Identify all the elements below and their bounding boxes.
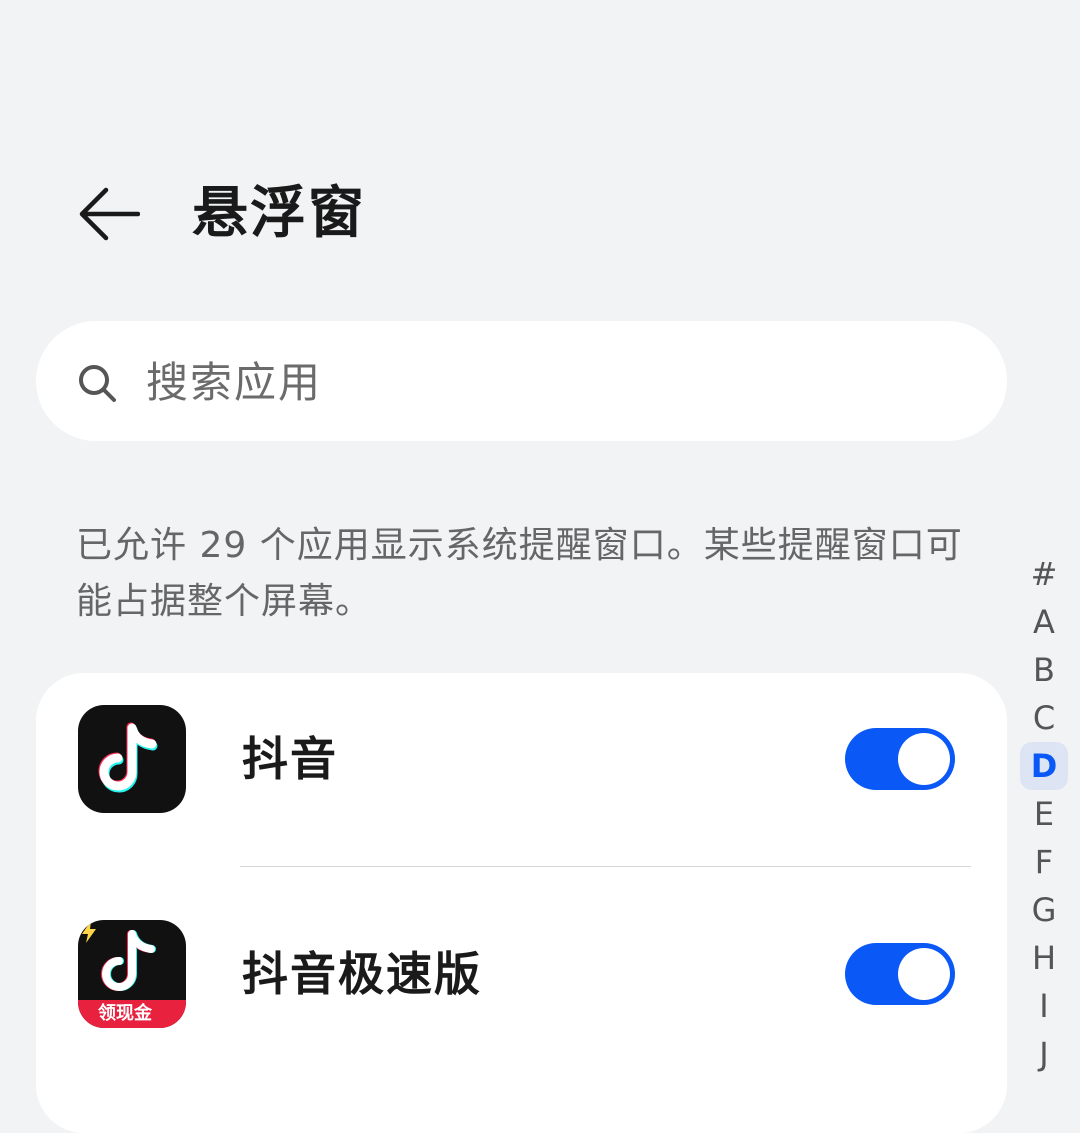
index-letter-b[interactable]: B — [1020, 646, 1068, 694]
lightning-icon — [82, 921, 96, 943]
toggle-knob — [898, 733, 950, 785]
back-button[interactable] — [72, 180, 144, 248]
douyin-app-icon — [78, 705, 186, 813]
index-letter-d[interactable]: D — [1020, 742, 1068, 790]
app-name: 抖音 — [242, 732, 338, 786]
index-letter-h[interactable]: H — [1020, 934, 1068, 982]
index-letter-j[interactable]: J — [1020, 1030, 1068, 1078]
app-row-douyin[interactable]: 抖音 — [36, 665, 1007, 855]
app-name: 抖音极速版 — [242, 947, 482, 1001]
index-letter-i[interactable]: I — [1020, 982, 1068, 1030]
reward-badge: 领现金 — [78, 1000, 186, 1028]
float-window-toggle[interactable] — [845, 728, 955, 790]
search-icon — [79, 365, 116, 402]
arrow-left-icon — [79, 187, 140, 241]
float-window-toggle[interactable] — [845, 943, 955, 1005]
index-letter-hash[interactable]: # — [1020, 550, 1068, 598]
app-row-douyin-lite[interactable]: 领现金 抖音极速版 — [36, 880, 1007, 1070]
permission-description: 已允许 29 个应用显示系统提醒窗口。某些提醒窗口可能占据整个屏幕。 — [76, 525, 963, 622]
search-input[interactable] — [146, 350, 966, 414]
index-letter-a[interactable]: A — [1020, 598, 1068, 646]
row-divider — [240, 866, 971, 867]
index-letter-c[interactable]: C — [1020, 694, 1068, 742]
douyin-lite-app-icon: 领现金 — [78, 920, 186, 1028]
alphabet-index[interactable]: # A B C D E F G H I J — [1020, 550, 1068, 1078]
index-letter-e[interactable]: E — [1020, 790, 1068, 838]
toggle-knob — [898, 948, 950, 1000]
index-letter-f[interactable]: F — [1020, 838, 1068, 886]
index-letter-g[interactable]: G — [1020, 886, 1068, 934]
page-title: 悬浮窗 — [192, 181, 366, 246]
